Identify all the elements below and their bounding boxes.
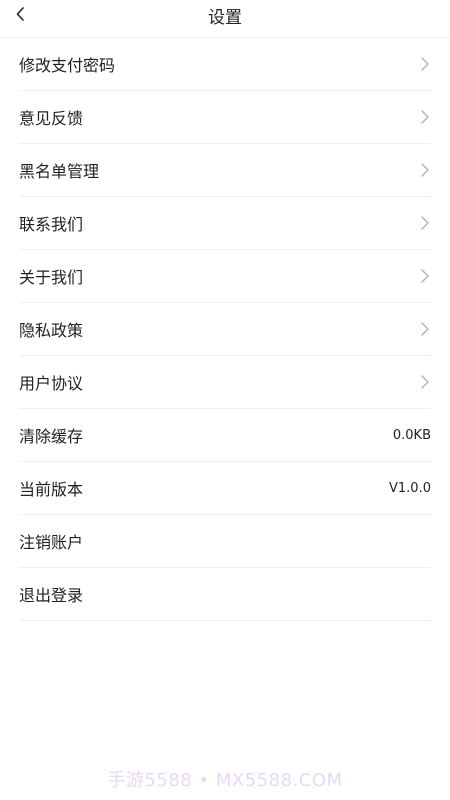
settings-row-delete-account[interactable]: 注销账户 bbox=[19, 515, 431, 568]
settings-row-contact-us[interactable]: 联系我们 bbox=[19, 197, 431, 250]
settings-row-logout[interactable]: 退出登录 bbox=[19, 568, 431, 621]
row-label: 隐私政策 bbox=[19, 321, 84, 340]
version-value: V1.0.0 bbox=[389, 480, 431, 496]
settings-menu: 修改支付密码 意见反馈 黑名单管理 联系我们 关于我们 隐私政策 用户协议 清除… bbox=[0, 38, 450, 621]
row-label: 当前版本 bbox=[19, 480, 84, 499]
chevron-right-icon bbox=[419, 109, 431, 125]
chevron-right-icon bbox=[419, 374, 431, 390]
header-bar: 设置 bbox=[0, 0, 450, 38]
row-label: 黑名单管理 bbox=[19, 162, 100, 181]
row-label: 清除缓存 bbox=[19, 427, 84, 446]
row-label: 修改支付密码 bbox=[19, 56, 116, 75]
chevron-right-icon bbox=[419, 321, 431, 337]
settings-screen: 设置 修改支付密码 意见反馈 黑名单管理 联系我们 关于我们 隐私政策 用户协议… bbox=[0, 0, 450, 800]
chevron-right-icon bbox=[419, 268, 431, 284]
row-label: 用户协议 bbox=[19, 374, 84, 393]
row-label: 关于我们 bbox=[19, 268, 84, 287]
settings-row-change-payment-password[interactable]: 修改支付密码 bbox=[19, 38, 431, 91]
chevron-right-icon bbox=[419, 162, 431, 178]
settings-row-feedback[interactable]: 意见反馈 bbox=[19, 91, 431, 144]
settings-row-about-us[interactable]: 关于我们 bbox=[19, 250, 431, 303]
chevron-left-icon bbox=[15, 6, 27, 25]
row-label: 注销账户 bbox=[19, 533, 84, 552]
settings-row-clear-cache[interactable]: 清除缓存 0.0KB bbox=[19, 409, 431, 462]
watermark-text: 手游5588 • MX5588.COM bbox=[107, 770, 343, 791]
page-title: 设置 bbox=[208, 8, 242, 28]
chevron-right-icon bbox=[419, 215, 431, 231]
settings-row-user-agreement[interactable]: 用户协议 bbox=[19, 356, 431, 409]
settings-row-current-version[interactable]: 当前版本 V1.0.0 bbox=[19, 462, 431, 515]
row-label: 退出登录 bbox=[19, 586, 84, 605]
row-label: 意见反馈 bbox=[19, 109, 84, 128]
row-label: 联系我们 bbox=[19, 215, 84, 234]
back-button[interactable] bbox=[10, 4, 32, 26]
chevron-right-icon bbox=[419, 56, 431, 72]
settings-row-blacklist[interactable]: 黑名单管理 bbox=[19, 144, 431, 197]
cache-size-value: 0.0KB bbox=[392, 427, 431, 443]
settings-row-privacy-policy[interactable]: 隐私政策 bbox=[19, 303, 431, 356]
